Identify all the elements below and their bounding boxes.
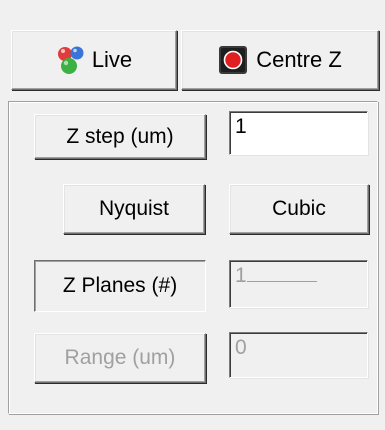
z-planes-button[interactable]: Z Planes (#) (34, 260, 206, 312)
range-button[interactable]: Range (um) (34, 333, 206, 383)
range-value: 0 (235, 336, 247, 359)
z-planes-value: 1 (235, 264, 247, 287)
centre-z-button-label: Centre Z (256, 47, 342, 72)
z-planes-underline (246, 267, 317, 282)
cubic-button[interactable]: Cubic (229, 184, 369, 234)
live-button[interactable]: Live (11, 30, 177, 90)
record-stop-icon (219, 46, 248, 74)
range-input[interactable]: 0 (229, 332, 368, 378)
molecule-balls-icon (57, 46, 84, 74)
z-step-input[interactable]: 1 (229, 111, 368, 155)
z-planes-button-label: Z Planes (#) (62, 274, 178, 297)
nyquist-button[interactable]: Nyquist (63, 184, 205, 234)
z-step-value: 1 (235, 115, 247, 138)
live-button-label: Live (91, 47, 133, 72)
nyquist-button-label: Nyquist (98, 197, 170, 220)
cubic-button-label: Cubic (272, 197, 326, 220)
z-step-button-label: Z step (um) (66, 124, 174, 148)
centre-z-button[interactable]: Centre Z (181, 30, 379, 90)
z-stack-panel: Live Centre Z Z step (um) 1 Nyquist Cubi… (0, 0, 385, 430)
z-planes-input[interactable]: 1 (229, 260, 368, 308)
z-step-button[interactable]: Z step (um) (34, 114, 206, 159)
range-button-label: Range (um) (64, 346, 176, 369)
